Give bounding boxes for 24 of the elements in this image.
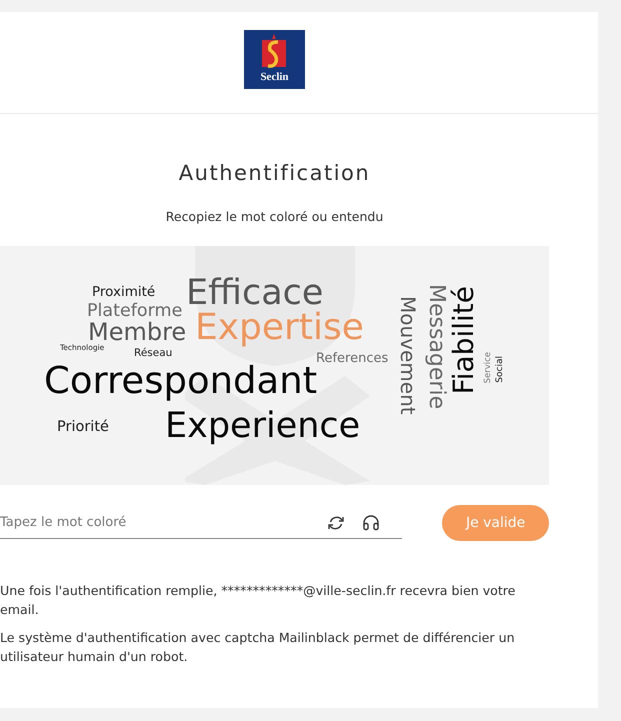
city-logo: Seclin bbox=[244, 30, 305, 89]
info-paragraph: Le système d'authentification avec captcha Mailinblack permet de différencier un utilisateur humain d'un robot. bbox=[0, 629, 516, 666]
submit-button[interactable]: Je valide bbox=[442, 505, 549, 541]
captcha-word: Proximité bbox=[92, 286, 156, 300]
captcha-word: Membre bbox=[88, 320, 186, 344]
captcha-word: Service bbox=[484, 352, 492, 384]
captcha-word: Social bbox=[496, 356, 505, 383]
captcha-word: Fiabilité bbox=[450, 286, 478, 394]
captcha-word: Correspondant bbox=[44, 362, 318, 399]
instruction-text: Recopiez le mot coloré ou entendu bbox=[166, 209, 384, 224]
info-paragraph: Une fois l'authentification remplie, *************@ville-seclin.fr recevra bien votre email. bbox=[0, 582, 516, 619]
answer-field[interactable]: Tapez le mot coloré bbox=[0, 515, 310, 530]
captcha-word: Experience bbox=[165, 409, 360, 444]
captcha-word: Plateforme bbox=[87, 303, 182, 320]
captcha-word: Priorité bbox=[57, 420, 109, 434]
captcha-word: References bbox=[316, 352, 388, 365]
captcha-word: Efficace bbox=[186, 276, 324, 311]
headphones-icon[interactable] bbox=[362, 514, 380, 531]
captcha-word: Mouvement bbox=[398, 296, 418, 415]
page-title: Authentification bbox=[178, 161, 370, 185]
refresh-icon[interactable] bbox=[327, 514, 346, 532]
captcha-word: Expertise bbox=[195, 310, 364, 346]
captcha-word: Réseau bbox=[134, 348, 172, 358]
captcha-word: Messagerie bbox=[425, 284, 447, 410]
